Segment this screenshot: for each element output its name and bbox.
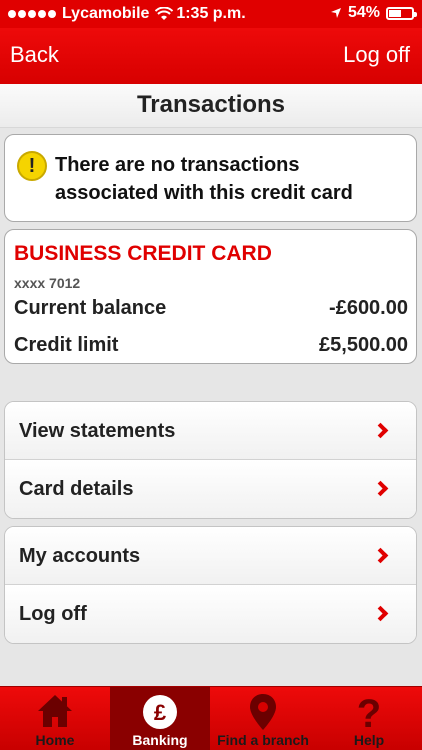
info-message: There are no transactions associated wit… [55,154,353,204]
tab-banking[interactable]: £ Banking [110,687,210,750]
current-balance-label: Current balance [14,297,167,319]
current-balance-value: -£600.00 [329,297,408,319]
page-title-bar: Transactions [0,84,422,128]
warning-icon: ! [17,151,47,181]
question-icon: ? [357,693,381,731]
card-menu: View statements Card details [4,401,417,519]
info-message-box: ! There are no transactions associated w… [4,134,417,222]
my-accounts-item[interactable]: My accounts [5,527,416,585]
back-button[interactable]: Back [10,42,59,68]
svg-text:£: £ [154,700,167,725]
log-off-item[interactable]: Log off [5,585,416,643]
chevron-right-icon [372,605,389,622]
card-name: BUSINESS CREDIT CARD [14,242,272,265]
card-summary: BUSINESS CREDIT CARD xxxx 7012 Current b… [4,229,417,364]
credit-limit-label: Credit limit [14,334,119,356]
chevron-right-icon [372,480,389,497]
tab-label: Help [353,732,385,748]
status-right: 54% [330,4,417,22]
card-number: xxxx 7012 [14,275,81,291]
menu-item-label: My accounts [19,545,141,567]
svg-text:?: ? [357,693,381,731]
card-details-item[interactable]: Card details [5,460,416,518]
account-menu: My accounts Log off [4,526,417,644]
tab-label: Banking [132,732,188,748]
pound-icon: £ [143,695,177,729]
location-pin-icon [250,694,276,730]
view-statements-item[interactable]: View statements [5,402,416,460]
tab-home[interactable]: Home [0,687,110,750]
home-icon [38,695,72,727]
status-bar: Lycamobile 1:35 p.m. 54% [0,0,422,28]
tab-label: Find a branch [217,732,309,748]
tab-bar: Home £ Banking Find a branch ? Help [0,686,422,750]
credit-limit-value: £5,500.00 [319,334,408,356]
menu-item-label: Log off [19,603,87,625]
log-off-button[interactable]: Log off [343,42,410,68]
menu-item-label: Card details [19,478,134,500]
chevron-right-icon [372,547,389,564]
tab-label: Home [35,732,75,748]
nav-bar: Back Log off [0,28,422,84]
battery-icon [386,6,417,20]
battery-percent: 54% [347,4,380,21]
page-title: Transactions [136,91,286,118]
tab-help[interactable]: ? Help [316,687,422,750]
menu-item-label: View statements [19,420,176,442]
location-arrow-icon [330,8,341,18]
chevron-right-icon [372,422,389,439]
tab-find-branch[interactable]: Find a branch [210,687,316,750]
